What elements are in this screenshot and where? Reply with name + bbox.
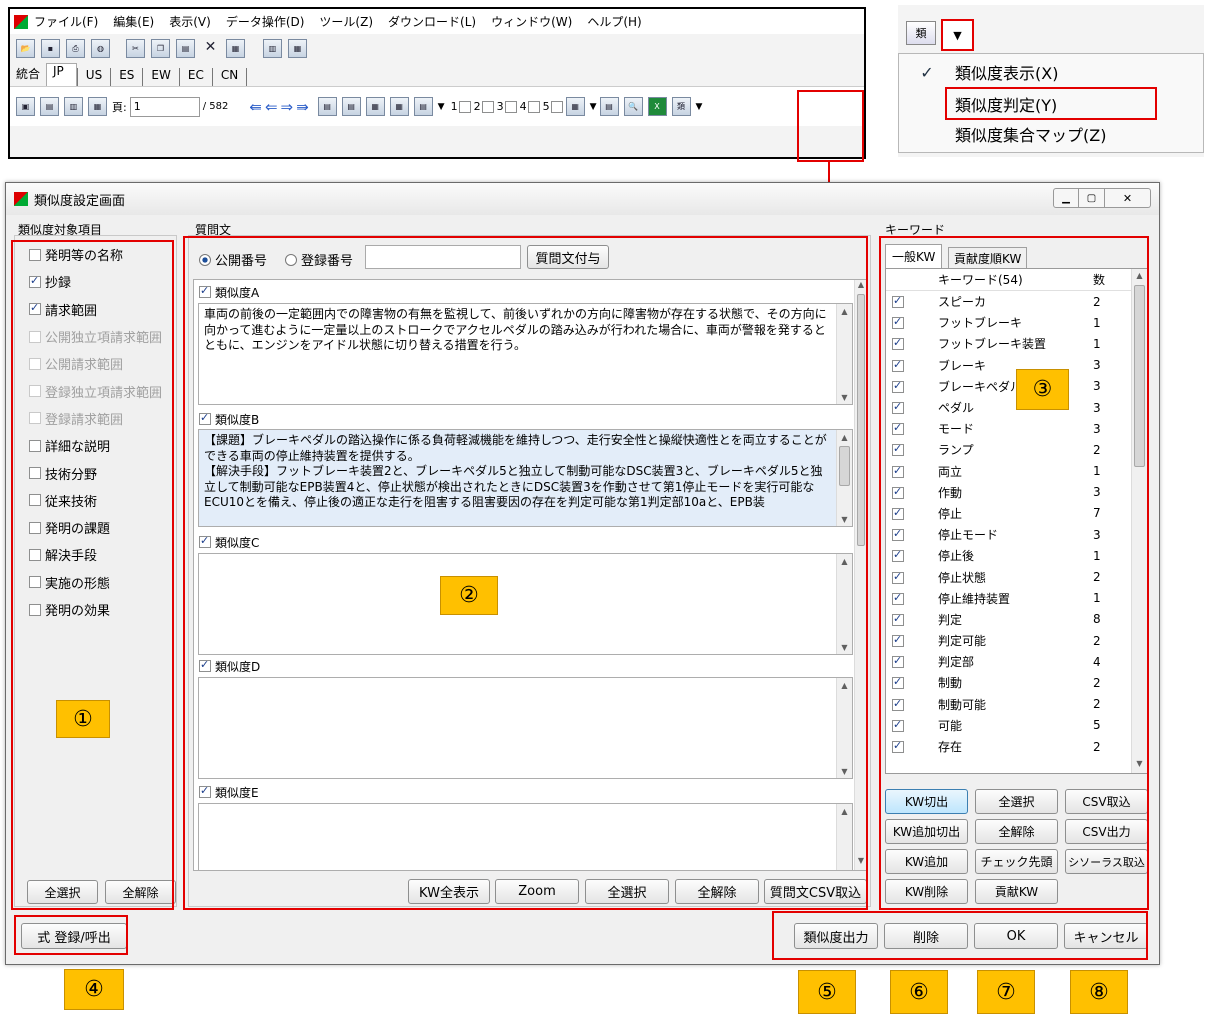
page-total: / 582 [202,101,229,112]
last-page-icon[interactable]: ⇛ [296,98,309,116]
notes-icon[interactable]: ▤ [413,97,433,116]
prev-page-icon[interactable]: ⇐ [265,98,278,116]
menu-item-similarity-map[interactable]: 類似度集合マップ(Z) [899,120,1199,148]
num-5: 5 [542,100,550,113]
similarity-toolbar-icon[interactable]: 類 [671,97,691,116]
excel-icon[interactable]: X [647,97,667,116]
num-check-5[interactable]: 5 [543,100,563,113]
menu-item-label: 類似度集合マップ(Z) [955,126,1107,145]
calendar-icon[interactable]: ▥ [263,38,282,58]
callout-7: ⑦ [977,970,1035,1014]
toolbar-2: ▣ ▤ ▥ ▦ 頁: / 582 ⇚ ⇐ ⇒ ⇛ ▤ ▤ ▦ ▦ ▤ ▼ 1 2… [10,86,864,126]
app-logo-icon [14,14,28,29]
public-icon[interactable]: ▤ [599,97,619,116]
app-logo-icon [14,192,28,206]
filter-icon[interactable]: ▦ [565,97,585,116]
first-page-icon[interactable]: ⇚ [249,98,262,116]
similarity-button[interactable]: 類 [906,21,936,45]
num-1: 1 [450,100,458,113]
callout-8: ⑧ [1070,970,1128,1014]
similarity-dropdown-icon[interactable]: ▼ [696,102,703,112]
annotation-box-judge [945,87,1157,120]
paste-icon[interactable]: ▤ [176,38,195,58]
view-mode-4-icon[interactable]: ▦ [88,97,107,116]
print-icon[interactable]: ⎙ [66,38,85,58]
main-app-window: ファイル(F) 編集(E) 表示(V) データ操作(D) ツール(Z) ダウンロ… [8,7,866,159]
menu-data[interactable]: データ操作(D) [226,13,305,30]
next-page-icon[interactable]: ⇒ [281,98,294,116]
view-mode-1-icon[interactable]: ▣ [16,97,35,116]
annotation-box-4 [14,915,128,955]
similarity-dropdown-button[interactable]: ▼ [941,19,974,51]
window-controls: ▁ ▢ ✕ [1053,188,1151,208]
page-input[interactable] [129,96,200,117]
search-doc-icon[interactable]: ▦ [389,97,409,116]
callout-2: ② [440,576,498,615]
close-icon[interactable]: ✕ [1105,188,1151,208]
tab-bar: 統合 JP US ES EW EC CN [10,62,864,86]
tab-us[interactable]: US [76,68,110,86]
dropdown-snippet: 類 ▼ ✓ 類似度表示(X) 類似度判定(Y) 類似度集合マップ(Z) [898,5,1204,157]
num-check-3[interactable]: 3 [497,100,517,113]
minimize-icon[interactable]: ▁ [1053,188,1079,208]
menu-download[interactable]: ダウンロード(L) [388,13,476,30]
annotation-box-toolbar-similarity [797,90,864,162]
dialog-title: 類似度設定画面 [34,193,126,209]
doc-list-icon[interactable]: ▤ [341,97,361,116]
page-label: 頁: [112,100,127,114]
grid-icon[interactable]: ▦ [226,38,245,58]
tab-es[interactable]: ES [110,68,142,86]
menu-edit[interactable]: 編集(E) [113,13,154,30]
tab-ec[interactable]: EC [178,68,212,86]
menu-tools[interactable]: ツール(Z) [319,13,373,30]
tab-jp[interactable]: JP [46,63,77,86]
filter-dropdown-icon[interactable]: ▼ [590,102,597,112]
view-mode-2-icon[interactable]: ▤ [40,97,59,116]
num-check-1[interactable]: 1 [451,100,471,113]
view-mode-3-icon[interactable]: ▥ [64,97,83,116]
annotation-box-2 [183,236,868,910]
copy-icon[interactable]: ❐ [151,38,170,58]
check-icon: ✓ [920,62,934,82]
save-icon[interactable]: ▪ [41,38,60,58]
num-4: 4 [519,100,527,113]
menu-help[interactable]: ヘルプ(H) [587,13,641,30]
callout-1: ① [56,700,110,738]
num-3: 3 [496,100,504,113]
menu-file[interactable]: ファイル(F) [34,13,98,30]
annotation-box-1 [11,240,174,910]
maximize-icon[interactable]: ▢ [1079,188,1105,208]
callout-3: ③ [1016,369,1069,410]
menu-item-show-similarity[interactable]: ✓ 類似度表示(X) [899,58,1199,86]
toolbar-1: 📂 ▪ ⎙ ◍ ✂ ❐ ▤ ✕ ▦ ▥ ▦ [10,34,864,62]
num-2: 2 [473,100,481,113]
delete-icon[interactable]: ✕ [201,39,220,58]
printer-settings-icon[interactable]: ◍ [91,38,110,58]
num-check-2[interactable]: 2 [474,100,494,113]
doc-green-icon[interactable]: ▤ [317,97,337,116]
menu-window[interactable]: ウィンドウ(W) [491,13,572,30]
tab-ew[interactable]: EW [142,68,178,86]
annotation-box-3 [879,236,1149,910]
menu-view[interactable]: 表示(V) [169,13,211,30]
menu-item-label: 類似度表示(X) [955,64,1059,83]
callout-4: ④ [64,969,124,1010]
callout-5: ⑤ [798,970,856,1014]
annotation-box-5-8 [772,911,1148,960]
menu-bar: ファイル(F) 編集(E) 表示(V) データ操作(D) ツール(Z) ダウンロ… [10,9,864,34]
zoom-doc-icon[interactable]: 🔍 [623,97,643,116]
subject-icon[interactable]: ▦ [365,97,385,116]
cut-icon[interactable]: ✂ [126,38,145,58]
tab-cn[interactable]: CN [211,68,248,86]
tab-integrated[interactable]: 統合 [14,65,46,86]
dialog-titlebar: 類似度設定画面 ▁ ▢ ✕ [6,183,1159,215]
table-icon[interactable]: ▦ [288,38,307,58]
notes-dropdown-icon[interactable]: ▼ [438,102,445,112]
open-folder-icon[interactable]: 📂 [16,38,35,58]
num-check-4[interactable]: 4 [520,100,540,113]
callout-6: ⑥ [890,970,948,1014]
